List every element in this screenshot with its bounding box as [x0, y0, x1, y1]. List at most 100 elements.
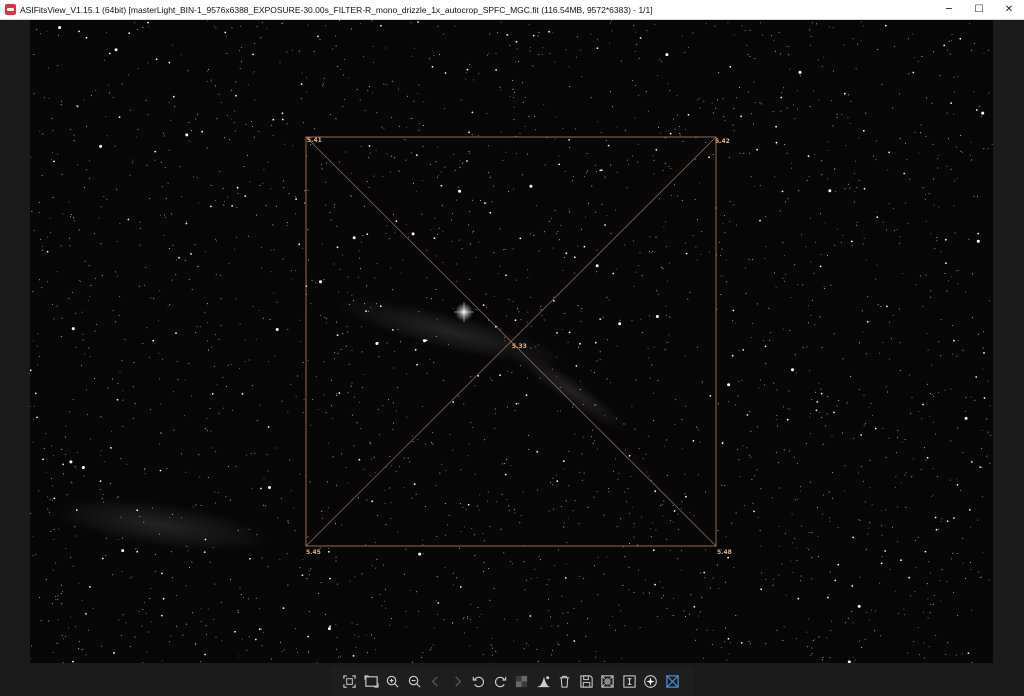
- previous-image-button[interactable]: [425, 671, 446, 692]
- star: [73, 134, 75, 136]
- star: [853, 438, 855, 439]
- delete-button[interactable]: [554, 671, 575, 692]
- star: [792, 542, 794, 544]
- star: [144, 473, 146, 475]
- star: [57, 153, 59, 155]
- star: [666, 474, 668, 476]
- maximize-button[interactable]: ☐: [964, 0, 994, 19]
- star: [163, 135, 165, 137]
- star: [493, 252, 495, 254]
- star: [342, 105, 344, 107]
- star: [385, 232, 387, 234]
- auto-stretch-button[interactable]: [597, 671, 618, 692]
- star: [557, 625, 559, 627]
- star: [152, 507, 154, 509]
- fits-header-button[interactable]: [619, 671, 640, 692]
- star: [366, 285, 368, 287]
- star: [828, 594, 830, 596]
- maximize-icon: ☐: [974, 4, 984, 15]
- star: [983, 331, 984, 333]
- actual-size-button[interactable]: [361, 671, 382, 692]
- star: [965, 397, 967, 399]
- fit-screen-button[interactable]: [339, 671, 360, 692]
- save-button[interactable]: [576, 671, 597, 692]
- star: [699, 107, 701, 109]
- star: [422, 339, 424, 341]
- minimize-button[interactable]: ─: [934, 0, 964, 19]
- star: [957, 339, 959, 341]
- star: [747, 54, 749, 55]
- star: [697, 615, 699, 617]
- star: [577, 245, 579, 247]
- star: [349, 580, 351, 582]
- star: [92, 607, 94, 609]
- star: [869, 321, 871, 323]
- star: [46, 250, 49, 253]
- star: [748, 454, 750, 456]
- star: [779, 210, 781, 212]
- star: [100, 450, 102, 452]
- star: [698, 98, 700, 100]
- star: [752, 259, 754, 261]
- star: [459, 167, 461, 169]
- star: [948, 280, 950, 282]
- star: [580, 49, 581, 51]
- zoom-out-button[interactable]: [404, 671, 425, 692]
- image-analysis-button[interactable]: [662, 671, 683, 692]
- star: [514, 512, 516, 514]
- star: [31, 210, 33, 212]
- star: [718, 588, 720, 590]
- star: [649, 377, 651, 379]
- star: [685, 405, 687, 407]
- star: [210, 185, 212, 186]
- title-bar[interactable]: ASIFitsView_V1.15.1 (64bit) [masterLight…: [0, 0, 1024, 20]
- star: [381, 605, 383, 607]
- star: [234, 130, 236, 132]
- star: [274, 355, 276, 357]
- star: [949, 479, 951, 481]
- star: [131, 576, 133, 578]
- star: [893, 208, 895, 210]
- star-detection-button[interactable]: [640, 671, 661, 692]
- star: [328, 442, 330, 444]
- star: [602, 316, 604, 318]
- star: [55, 562, 57, 564]
- star: [541, 315, 543, 317]
- star: [247, 84, 249, 86]
- close-button[interactable]: ✕: [994, 0, 1024, 19]
- star: [837, 563, 840, 566]
- next-image-button[interactable]: [447, 671, 468, 692]
- rotate-left-button[interactable]: [468, 671, 489, 692]
- star: [554, 564, 556, 566]
- star: [901, 273, 903, 274]
- star: [351, 622, 353, 624]
- asifitsview-app-icon[interactable]: [5, 4, 16, 15]
- star: [405, 159, 407, 161]
- star: [590, 33, 592, 35]
- star: [950, 168, 952, 170]
- star: [383, 83, 385, 85]
- debayer-button[interactable]: [511, 671, 532, 692]
- star: [760, 22, 761, 24]
- star: [901, 442, 903, 443]
- star: [308, 259, 310, 261]
- star: [756, 303, 758, 305]
- star: [886, 229, 887, 231]
- star: [214, 238, 216, 240]
- star: [335, 35, 337, 37]
- rotate-right-button[interactable]: [490, 671, 511, 692]
- star: [500, 89, 502, 91]
- star: [142, 26, 144, 28]
- star: [127, 218, 130, 221]
- histogram-button[interactable]: [533, 671, 554, 692]
- star: [861, 310, 863, 312]
- zoom-in-button[interactable]: [382, 671, 403, 692]
- star: [163, 235, 165, 236]
- star: [815, 409, 818, 412]
- image-canvas[interactable]: 5.41 5.42 5.33 5.45 5.48: [30, 20, 993, 663]
- star: [515, 279, 517, 281]
- star: [197, 202, 199, 204]
- hfr-label-center: 5.33: [512, 343, 527, 350]
- star: [32, 536, 34, 538]
- star: [563, 522, 565, 524]
